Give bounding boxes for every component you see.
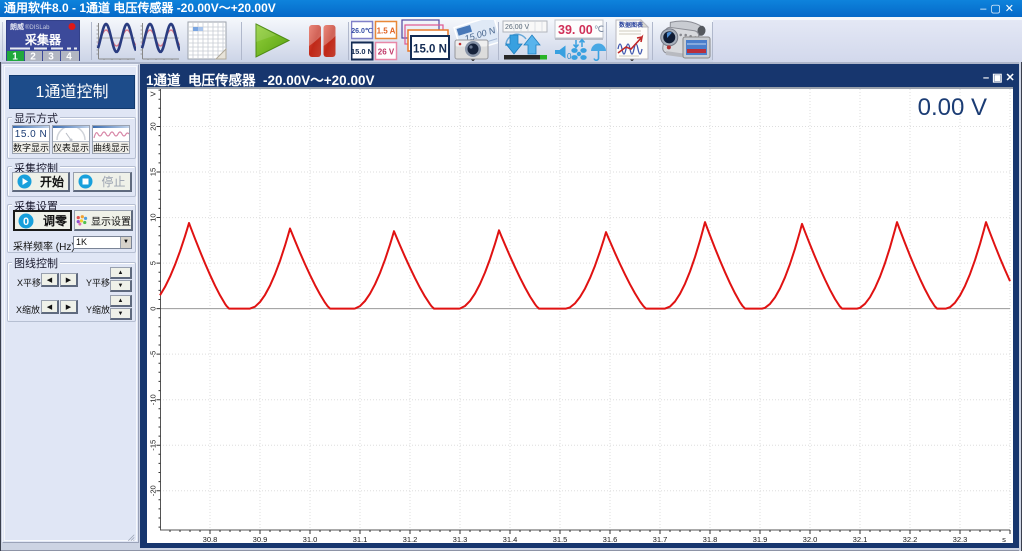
svg-text:15.0 N: 15.0 N bbox=[351, 47, 373, 56]
svg-text:32.1: 32.1 bbox=[853, 535, 868, 543]
svg-text:32.3: 32.3 bbox=[953, 535, 968, 543]
svg-text:s: s bbox=[1002, 535, 1006, 543]
svg-text:15: 15 bbox=[149, 168, 158, 176]
svg-text:30.9: 30.9 bbox=[253, 535, 268, 543]
svg-text:-5: -5 bbox=[149, 351, 158, 358]
svg-text:15.0 N: 15.0 N bbox=[413, 44, 447, 56]
svg-text:-10: -10 bbox=[149, 394, 158, 405]
svg-text:℃: ℃ bbox=[594, 24, 604, 34]
svg-text:32.2: 32.2 bbox=[903, 535, 918, 543]
svg-text:26.0℃: 26.0℃ bbox=[351, 27, 373, 35]
svg-text:26 V: 26 V bbox=[378, 48, 395, 57]
svg-text:-15: -15 bbox=[149, 440, 158, 451]
svg-text:20: 20 bbox=[149, 122, 158, 130]
svg-text:26.00 V: 26.00 V bbox=[505, 24, 529, 31]
svg-text:4: 4 bbox=[66, 52, 72, 62]
svg-text:31.0: 31.0 bbox=[303, 535, 318, 543]
svg-text:0: 0 bbox=[567, 52, 572, 61]
svg-text:30.8: 30.8 bbox=[203, 535, 218, 543]
svg-text:数据图表: 数据图表 bbox=[619, 21, 644, 29]
svg-text:0: 0 bbox=[23, 216, 29, 228]
svg-text:3: 3 bbox=[48, 52, 54, 62]
svg-text:31.9: 31.9 bbox=[753, 535, 768, 543]
svg-text:10: 10 bbox=[149, 213, 158, 221]
svg-text:朗威: 朗威 bbox=[10, 22, 24, 31]
svg-text:2: 2 bbox=[30, 52, 36, 62]
svg-text:0: 0 bbox=[149, 306, 158, 310]
svg-text:32.0: 32.0 bbox=[803, 535, 818, 543]
svg-text:39. 00: 39. 00 bbox=[558, 23, 593, 37]
svg-text:31.5: 31.5 bbox=[553, 535, 568, 543]
svg-text:31.7: 31.7 bbox=[653, 535, 668, 543]
svg-text:31.1: 31.1 bbox=[353, 535, 368, 543]
svg-text:31.4: 31.4 bbox=[503, 535, 518, 543]
svg-text:1: 1 bbox=[12, 52, 18, 62]
svg-text:31.8: 31.8 bbox=[703, 535, 718, 543]
svg-text:31.3: 31.3 bbox=[453, 535, 468, 543]
svg-text:31.6: 31.6 bbox=[603, 535, 618, 543]
svg-text:采集器: 采集器 bbox=[24, 32, 62, 47]
svg-text:®DISLab: ®DISLab bbox=[25, 24, 50, 31]
svg-text:5: 5 bbox=[149, 261, 158, 265]
svg-text:31.2: 31.2 bbox=[403, 535, 418, 543]
svg-text:-20: -20 bbox=[149, 485, 158, 496]
svg-text:1.5 A: 1.5 A bbox=[377, 27, 396, 36]
